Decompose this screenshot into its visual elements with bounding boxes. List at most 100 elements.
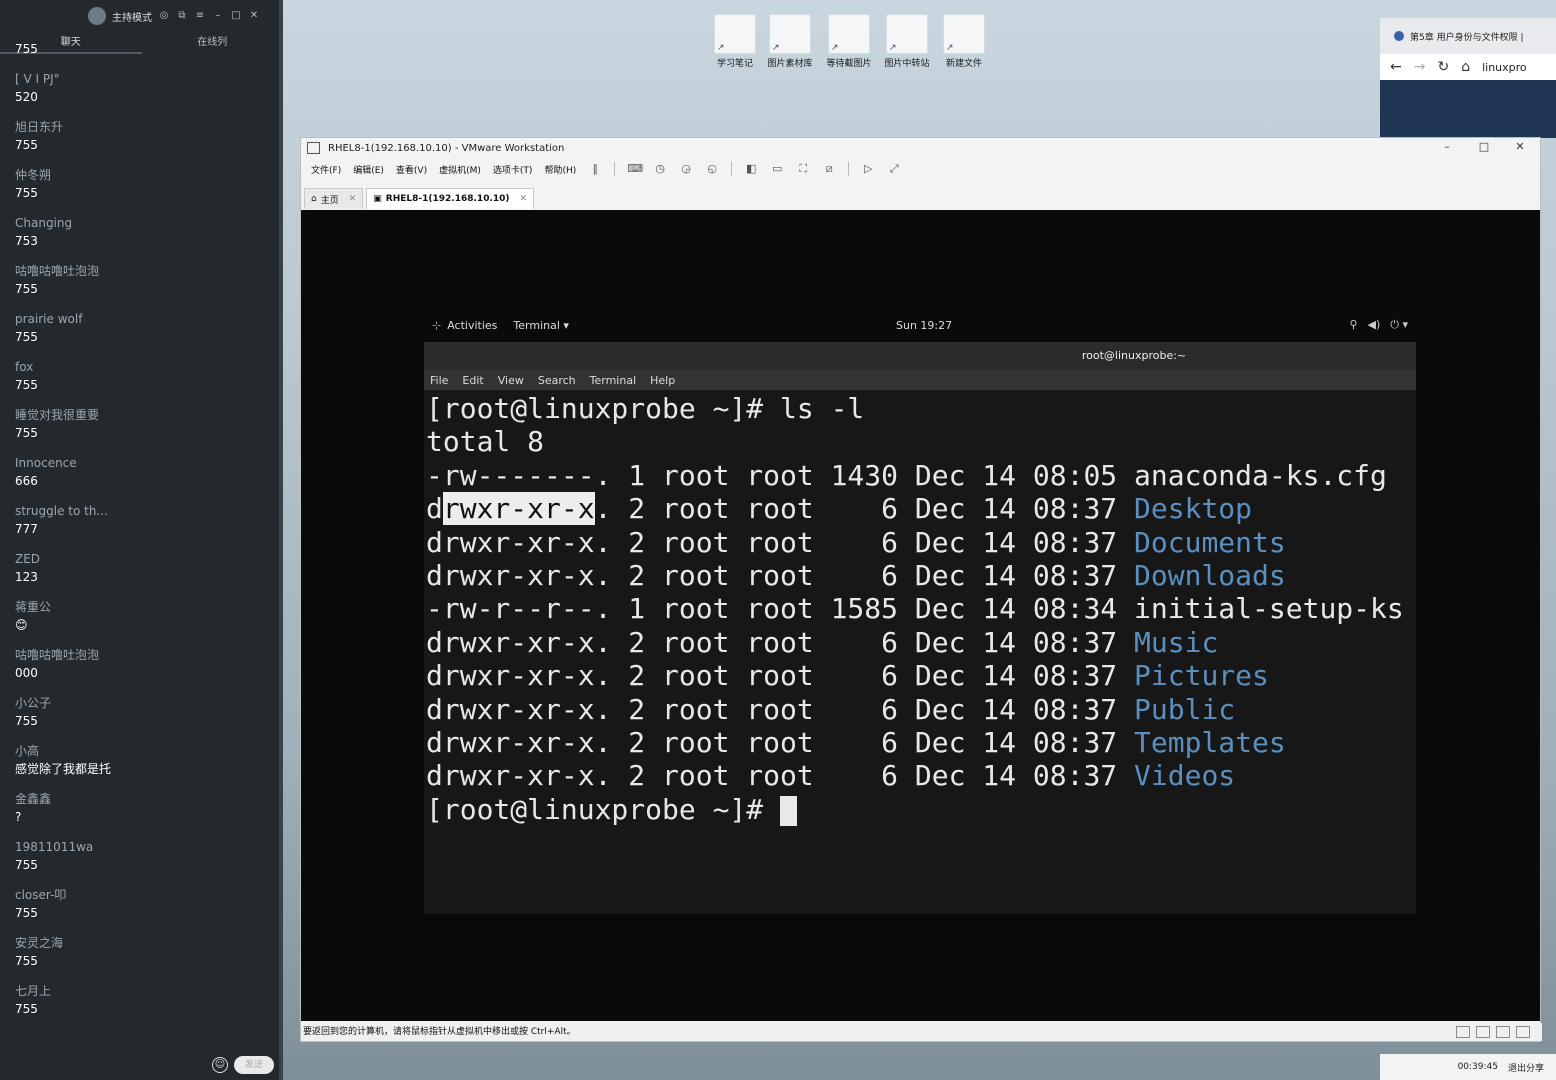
term-menu-help[interactable]: Help [650, 374, 675, 387]
clock[interactable]: Sun 19:27 [896, 319, 952, 332]
chat-username [15, 22, 283, 40]
chat-text: 753 [15, 234, 38, 248]
close-tab-icon[interactable]: ✕ [520, 194, 528, 204]
desktop-icon[interactable]: 图片中转站 [878, 14, 936, 69]
live-chat-panel: 主持模式 ◎ ⧉ ≡ – □ ✕ 聊天 在线列 755[ V I PJ° 520 旭… [0, 0, 283, 1080]
chat-message: ZED 123 [0, 550, 283, 598]
desktop-icon-label: 等待截图片 [826, 59, 872, 69]
menu-edit[interactable]: 编辑(E) [353, 163, 384, 176]
home-icon[interactable]: ⌂ [1461, 59, 1470, 75]
maximize-icon[interactable]: □ [230, 10, 242, 22]
separator [848, 162, 850, 176]
term-menu-file[interactable]: File [430, 374, 448, 387]
menu-help[interactable]: 帮助(H) [544, 163, 576, 176]
ls-row-info: . 2 root root 6 Dec 14 08:37 [594, 492, 1135, 526]
send-button[interactable]: 发送 [234, 1056, 274, 1074]
chat-message: 安灵之海 755 [0, 934, 283, 982]
chat-text: 755 [15, 426, 38, 440]
app-menu[interactable]: Terminal ▾ [513, 319, 569, 332]
vm-display[interactable]: Activities Terminal ▾ Sun 19:27 ⚲ ◀) ⏻ ▾… [301, 210, 1540, 1021]
separator [614, 162, 616, 176]
file-name: Documents [1134, 525, 1286, 559]
desktop-icon[interactable]: 等待截图片 [820, 14, 878, 69]
terminal-output[interactable]: [root@linuxprobe ~]# ls -l total 8 -rw--… [424, 390, 1416, 826]
forward-icon[interactable]: → [1414, 59, 1426, 75]
desktop-icon-label: 学习笔记 [716, 59, 753, 69]
snapshot-icon[interactable]: ◷ [653, 162, 667, 176]
perm-type: d [426, 492, 443, 526]
chat-text: 520 [15, 90, 38, 104]
ls-row-info: drwxr-xr-x. 2 root root 6 Dec 14 08:37 [426, 625, 1135, 659]
chat-username: 19811011wa [15, 840, 94, 854]
tab-home[interactable]: ⌂ 主页 ✕ [304, 188, 364, 209]
shortcut-icon [828, 14, 870, 54]
emoji-icon[interactable]: ☺ [212, 1057, 228, 1073]
ls-row-info: drwxr-xr-x. 2 root root 6 Dec 14 08:37 [426, 558, 1135, 592]
unity-icon[interactable]: ⧄ [822, 162, 836, 176]
prompt-line: [root@linuxprobe ~]# [426, 793, 1416, 826]
minimize-icon[interactable]: – [212, 10, 224, 22]
ls-row: drwxr-xr-x. 2 root root 6 Dec 14 08:37 D… [426, 492, 1416, 526]
menu-view[interactable]: 查看(V) [396, 163, 427, 176]
term-menu-terminal[interactable]: Terminal [590, 374, 637, 387]
hdd-icon[interactable] [1456, 1026, 1470, 1038]
terminal-titlebar: root@linuxprobe:~ [424, 342, 1416, 370]
chat-scrollbar[interactable] [279, 0, 283, 1080]
menu-tabs[interactable]: 选项卡(T) [493, 163, 533, 176]
desktop-icon[interactable]: 图片素材库 [761, 14, 819, 69]
close-tab-icon[interactable]: ✕ [349, 194, 357, 204]
ls-row-info: -rw-------. 1 root root 1430 Dec 14 08:0… [426, 458, 1135, 492]
chat-username: 金鑫鑫 [15, 792, 52, 806]
chat-username: 小高 [15, 744, 40, 758]
leave-share-button[interactable]: 退出分享 [1508, 1061, 1544, 1074]
close-icon[interactable]: ✕ [1510, 140, 1530, 153]
term-menu-view[interactable]: View [498, 374, 524, 387]
chat-message: 19811011wa 755 [0, 838, 283, 886]
total-line: total 8 [426, 425, 545, 459]
chat-text: 755 [15, 42, 38, 56]
chat-input-bar: ☺ 发送 [212, 1056, 274, 1074]
chat-message: 小高 感觉除了我都是托 [0, 742, 283, 790]
chat-username: 蒋重公 [15, 600, 52, 614]
desktop-icon[interactable]: 学习笔记 [706, 14, 764, 69]
menu-icon[interactable]: ≡ [194, 10, 206, 22]
tab-vm[interactable]: ▣ RHEL8-1(192.168.10.10) ✕ [366, 188, 535, 209]
send-keys-icon[interactable]: ⌨ [627, 162, 643, 176]
network-adapter-icon[interactable] [1496, 1026, 1510, 1038]
share-icon[interactable]: ⧉ [176, 10, 188, 22]
browser-tab[interactable]: 第5章 用户身份与文件权限 | [1380, 18, 1556, 54]
console-icon[interactable]: ▷ [861, 162, 875, 176]
revert-snapshot-icon[interactable]: ◶ [679, 162, 693, 176]
activities-button[interactable]: Activities [432, 319, 497, 332]
back-icon[interactable]: ← [1390, 59, 1402, 75]
minimize-icon[interactable]: – [1437, 140, 1457, 153]
thumbnail-icon[interactable]: ▭ [770, 162, 784, 176]
cd-icon[interactable] [1476, 1026, 1490, 1038]
reload-icon[interactable]: ↻ [1437, 59, 1449, 75]
stretch-icon[interactable]: ⤢ [887, 162, 901, 176]
menu-vm[interactable]: 虚拟机(M) [439, 163, 481, 176]
close-icon[interactable]: ✕ [248, 10, 260, 22]
desktop-icon[interactable]: 新建文件 [935, 14, 993, 69]
prompt: [root@linuxprobe ~]# [426, 792, 781, 826]
maximize-icon[interactable]: □ [1474, 140, 1494, 153]
snapshot-manager-icon[interactable]: ◵ [705, 162, 719, 176]
library-icon[interactable]: ◧ [744, 162, 758, 176]
fullscreen-icon[interactable]: ⛶ [796, 162, 810, 176]
chat-username: 咕噜咕噜吐泡泡 [15, 264, 100, 278]
term-menu-edit[interactable]: Edit [462, 374, 483, 387]
ls-row: drwxr-xr-x. 2 root root 6 Dec 14 08:37 T… [426, 726, 1416, 759]
chat-text: 755 [15, 906, 38, 920]
term-menu-search[interactable]: Search [538, 374, 576, 387]
address-bar[interactable]: linuxpro [1482, 61, 1527, 74]
chat-text: ? [15, 810, 22, 824]
settings-icon[interactable]: ◎ [158, 10, 170, 22]
usb-icon[interactable] [1516, 1026, 1530, 1038]
browser-tab-title: 第5章 用户身份与文件权限 | [1410, 32, 1524, 43]
chat-message-list: 755 [ V I PJ° 520 旭日东升 755 仲冬朔 755 Changing 753 咕… [0, 22, 283, 1030]
chat-message: struggle to th... 777 [0, 502, 283, 550]
file-name: Public [1134, 692, 1236, 726]
pause-icon[interactable]: ‖ [588, 162, 602, 176]
system-tray[interactable]: ⚲ ◀) ⏻ ▾ [1349, 318, 1408, 332]
menu-file[interactable]: 文件(F) [311, 163, 341, 176]
